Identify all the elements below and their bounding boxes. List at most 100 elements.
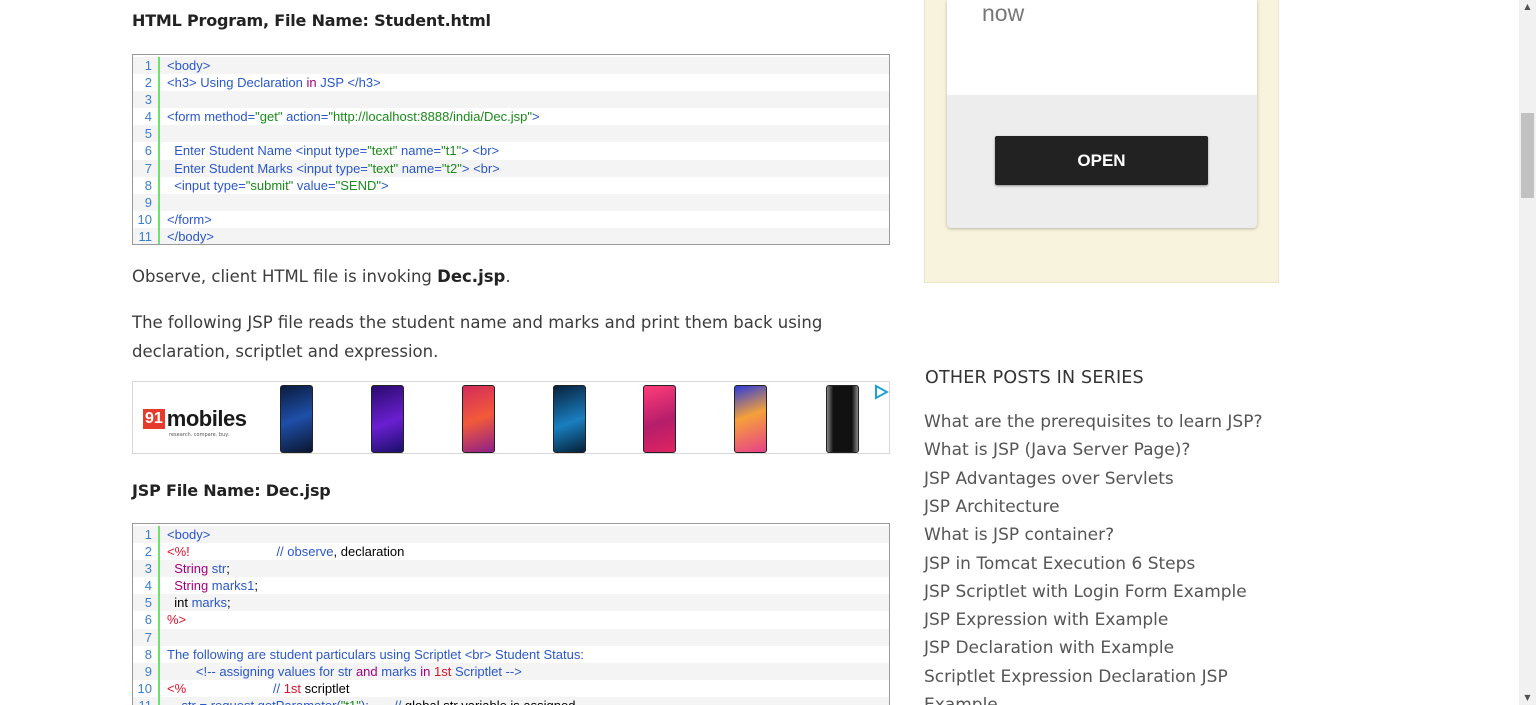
code-text: The following are student particulars us… [160, 646, 584, 663]
code-line: 3 [133, 91, 889, 109]
code-line: 8 <input type="submit" value="SEND"> [133, 176, 889, 194]
code-line: 8 The following are student particulars u… [133, 645, 889, 663]
code-text: <body> [160, 526, 210, 543]
code-line: 6 %> [133, 611, 889, 629]
code-token: marks [191, 595, 227, 611]
paragraph-observe-end: . [505, 267, 511, 286]
paragraph-observe-text: Observe, client HTML file is invoking [132, 267, 438, 286]
ad-phone-image[interactable] [734, 385, 767, 453]
line-number: 1 [133, 57, 160, 75]
code-token: ; [226, 561, 230, 577]
other-post-link[interactable]: Scriptlet Expression Declaration JSP [924, 667, 1228, 687]
scroll-down-arrow-icon[interactable]: ▼ [1519, 691, 1536, 705]
code-token: int [167, 595, 192, 611]
code-line: 7 Enter Student Marks <input type="text"… [133, 159, 889, 177]
line-number: 4 [133, 108, 160, 126]
code-token: "text" [367, 143, 398, 159]
code-token: scriptlet [301, 680, 350, 696]
ad-brand-logo[interactable]: 91 mobiles research. compare. buy. [143, 406, 247, 438]
code-token: "t1" [441, 143, 462, 159]
code-text: <form method="get" action="http://localh… [160, 108, 540, 125]
other-post-link[interactable]: What is JSP container? [924, 525, 1114, 545]
code-line: 11 </body> [133, 227, 889, 244]
ad-brand-tagline: research. compare. buy. [169, 432, 230, 438]
ad-phone-image[interactable] [462, 385, 495, 453]
paragraph-observe: Observe, client HTML file is invoking De… [132, 262, 852, 291]
ad-phone-image[interactable] [553, 385, 586, 453]
line-number: 8 [133, 176, 160, 194]
adchoices-icon[interactable] [873, 384, 889, 400]
code-token: > <br> [461, 160, 500, 176]
code-text: String marks1; [160, 577, 258, 594]
code-line: 2 <%! // observe, declaration [133, 543, 889, 561]
code-text: Enter Student Marks <input type="text" n… [160, 160, 500, 177]
line-number: 11 [133, 227, 160, 244]
ad-widget-text-area: now [947, 0, 1257, 95]
ad-phone-image[interactable] [643, 385, 676, 453]
code-text: <% // 1st scriptlet [160, 680, 349, 697]
code-token: String [167, 561, 212, 577]
code-line: 4 String marks1; [133, 577, 889, 595]
scrollbar-thumb[interactable] [1521, 113, 1534, 198]
ad-banner[interactable]: 91 mobiles research. compare. buy. [132, 381, 890, 454]
paragraph-observe-filename: Dec.jsp [437, 267, 506, 286]
other-post-link[interactable]: JSP in Tomcat Execution 6 Steps [924, 554, 1195, 574]
code-token: // [186, 680, 284, 696]
other-post-link[interactable]: What is JSP (Java Server Page)? [924, 440, 1190, 460]
code-token: The following are student particulars us… [167, 646, 584, 662]
code-token: > [532, 109, 540, 125]
code-token: JSP </h3> [316, 75, 381, 91]
other-post-link[interactable]: What are the prerequisites to learn JSP? [924, 412, 1262, 432]
other-post-link[interactable]: JSP Declaration with Example [924, 638, 1174, 658]
code-token: name= [398, 160, 442, 176]
ad-phone-image[interactable] [371, 385, 404, 453]
code-line: 10 </form> [133, 210, 889, 228]
code-token: <h3> Using Declaration [167, 75, 307, 91]
other-post-link[interactable]: JSP Advantages over Servlets [924, 469, 1174, 489]
other-post-link[interactable]: Example [924, 695, 998, 705]
ad-widget-card: now OPEN [947, 0, 1257, 228]
code-token: global str variable is assigned [405, 698, 576, 705]
page-scrollbar[interactable]: ▲ ▼ [1519, 0, 1536, 705]
ad-phone-image[interactable] [280, 385, 313, 453]
code-line: 5 [133, 125, 889, 143]
ad-phone-image[interactable] [826, 385, 859, 453]
other-post-link[interactable]: JSP Architecture [924, 497, 1060, 517]
code-text: <input type="submit" value="SEND"> [160, 177, 389, 194]
code-token: , declaration [333, 544, 405, 560]
code-token: Enter Student Marks <input type= [167, 160, 368, 176]
other-post-link[interactable]: JSP Scriptlet with Login Form Example [924, 582, 1247, 602]
code-token: // observe [189, 544, 334, 560]
code-token: <body> [167, 58, 211, 73]
code-line: 1 <body> [133, 57, 889, 75]
code-token: > [380, 177, 389, 193]
line-number: 6 [133, 142, 160, 160]
code-token: "t1" [341, 698, 361, 705]
line-number: 7 [133, 159, 160, 177]
code-token: ); // [361, 698, 405, 705]
code-token: "submit" [245, 177, 294, 193]
code-token: "SEND" [335, 177, 381, 193]
code-token: </form> [167, 211, 212, 227]
code-token: > <br> [461, 143, 500, 159]
line-number: 1 [133, 526, 160, 544]
other-post-link[interactable]: JSP Expression with Example [924, 610, 1168, 630]
line-number: 2 [133, 543, 160, 561]
code-line: 5 int marks; [133, 594, 889, 612]
code-token: ; [226, 595, 231, 611]
other-posts-heading: OTHER POSTS IN SERIES [925, 368, 1144, 388]
scroll-up-arrow-icon[interactable]: ▲ [1519, 0, 1536, 14]
code-text: <%! // observe, declaration [160, 543, 404, 560]
code-text: Enter Student Name <input type="text" na… [160, 142, 499, 159]
line-number: 8 [133, 645, 160, 663]
open-button[interactable]: OPEN [995, 136, 1208, 185]
code-token: "http://localhost:8888/india/Dec.jsp" [328, 109, 533, 125]
code-token: value= [293, 177, 336, 193]
code-text: <body> [160, 57, 210, 74]
code-line: 11 str = request.getParameter("t1"); // … [133, 696, 889, 705]
ad-brand-number: 91 [143, 409, 165, 429]
code-token: <form method= [167, 109, 256, 125]
